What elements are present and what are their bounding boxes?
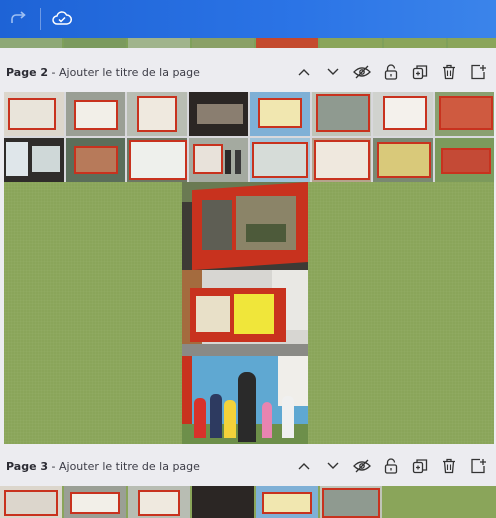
photo-booth-yellow[interactable] — [182, 270, 308, 356]
photo-thumbnail[interactable] — [434, 138, 494, 182]
duplicate-icon[interactable] — [405, 453, 434, 479]
photo-thumbnail[interactable] — [65, 138, 125, 182]
editor-top-bar — [0, 0, 496, 38]
photo-booth-aquarium[interactable] — [182, 182, 308, 270]
photo-thumbnail[interactable] — [127, 138, 187, 182]
page-3-canvas-strip[interactable] — [0, 486, 496, 518]
trash-icon[interactable] — [434, 453, 463, 479]
photo-thumbnail[interactable] — [434, 92, 494, 136]
photo-thumbnail[interactable] — [311, 138, 371, 182]
photo-thumbnail[interactable] — [188, 138, 248, 182]
photo-thumbnail[interactable] — [373, 92, 433, 136]
page-3-number: Page 3 — [6, 459, 49, 473]
page-2-separator: - — [48, 65, 59, 79]
page-2-title[interactable]: Page 2 - Ajouter le titre de la page — [6, 66, 200, 79]
photo-children-group[interactable] — [182, 356, 308, 444]
photo-grid — [4, 92, 494, 182]
page-3-header: Page 3 - Ajouter le titre de la page — [0, 446, 496, 486]
trash-icon[interactable] — [434, 59, 463, 85]
photo-thumbnail[interactable] — [250, 92, 310, 136]
redo-arrow-icon[interactable] — [8, 9, 28, 29]
chevron-down-icon[interactable] — [318, 59, 347, 85]
hide-eye-icon[interactable] — [347, 453, 376, 479]
chevron-up-icon[interactable] — [289, 453, 318, 479]
photo-thumbnail[interactable] — [4, 138, 64, 182]
lock-icon[interactable] — [376, 59, 405, 85]
page-2-actions — [289, 52, 492, 92]
toolbar-divider — [40, 8, 41, 30]
page-2-header: Page 2 - Ajouter le titre de la page — [0, 52, 496, 92]
add-page-icon[interactable] — [463, 453, 492, 479]
page-3-separator: - — [48, 459, 59, 473]
hide-eye-icon[interactable] — [347, 59, 376, 85]
cloud-check-icon[interactable] — [52, 9, 72, 29]
photo-thumbnail[interactable] — [373, 138, 433, 182]
page-3-actions — [289, 446, 492, 486]
photo-thumbnail[interactable] — [188, 92, 248, 136]
page-2-number: Page 2 — [6, 65, 49, 79]
page-3-title-placeholder[interactable]: Ajouter le titre de la page — [59, 460, 200, 473]
chevron-down-icon[interactable] — [318, 453, 347, 479]
duplicate-icon[interactable] — [405, 59, 434, 85]
page-1-bottom-strip — [0, 38, 496, 48]
photo-thumbnail[interactable] — [250, 138, 310, 182]
photo-thumbnail[interactable] — [311, 92, 371, 136]
page-3-title[interactable]: Page 3 - Ajouter le titre de la page — [6, 460, 200, 473]
photo-thumbnail[interactable] — [65, 92, 125, 136]
chevron-up-icon[interactable] — [289, 59, 318, 85]
add-page-icon[interactable] — [463, 59, 492, 85]
photo-thumbnail[interactable] — [127, 92, 187, 136]
lock-icon[interactable] — [376, 453, 405, 479]
page-2-title-placeholder[interactable]: Ajouter le titre de la page — [59, 66, 200, 79]
photo-thumbnail[interactable] — [4, 92, 64, 136]
